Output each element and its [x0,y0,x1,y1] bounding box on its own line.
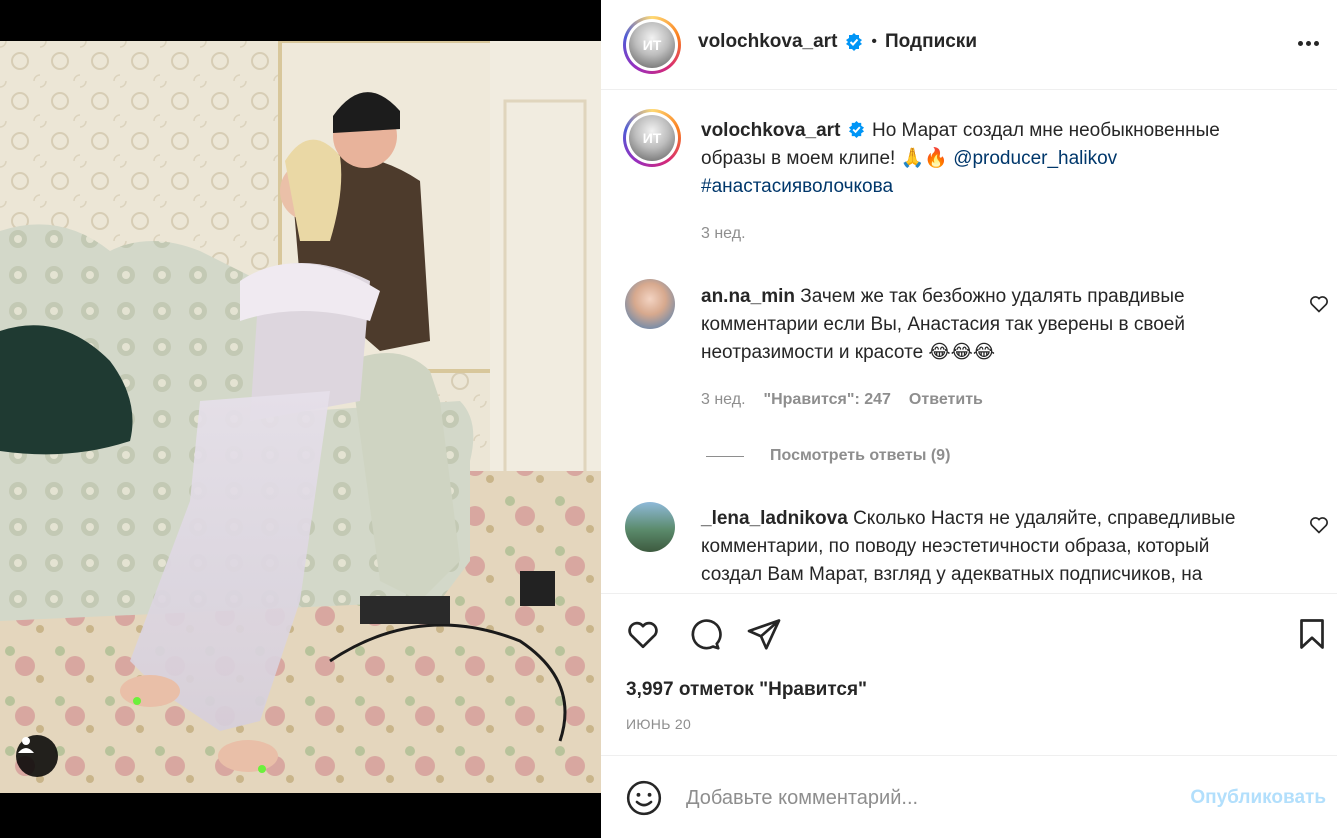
likes-count[interactable]: 3,997 отметок "Нравится" [626,679,867,701]
commenter-avatar[interactable] [625,502,675,552]
user-icon [18,737,34,753]
view-replies-button[interactable]: Посмотреть ответы (9) [706,447,950,465]
caption-time[interactable]: 3 нед. [701,225,746,243]
send-icon[interactable] [746,616,782,652]
comment-time[interactable]: 3 нед. [701,391,746,409]
comment-text: _lena_ladnikova Сколько Настя не удаляйт… [701,505,1271,589]
mention-link[interactable]: @producer_halikov [953,148,1117,169]
comment-like-heart-icon[interactable] [1309,294,1329,314]
verified-badge-icon [848,121,864,138]
author-username[interactable]: volochkova_art [698,31,837,53]
commenter-avatar[interactable] [625,279,675,329]
post-photo[interactable] [0,41,601,793]
replies-divider [706,455,744,457]
comment-author[interactable]: _lena_ladnikova [701,508,848,529]
comment-icon[interactable] [686,616,722,652]
separator-dot: • [871,33,878,50]
verified-badge-icon [846,33,863,51]
author-avatar[interactable]: ИТ [623,16,681,74]
comment-compose: Опубликовать [601,755,1337,838]
avatar-image: ИТ [629,115,675,161]
caption-meta: 3 нед. [701,225,746,243]
caption-author-avatar[interactable]: ИТ [623,109,681,167]
tagged-users-button[interactable] [16,735,58,777]
header-info: volochkova_art • Подписки [698,31,977,53]
post-modal: ИТ volochkova_art • Подписки ИТ volochko… [0,0,1337,838]
more-icon[interactable] [1295,33,1321,53]
hashtag-link[interactable]: #анастасияволочкова [701,176,893,197]
comment-like-heart-icon[interactable] [1309,515,1329,535]
photo-panel [0,0,601,838]
bookmark-icon[interactable] [1294,616,1330,652]
caption-text: volochkova_art Но Марат создал мне необы… [701,117,1281,201]
comment-author[interactable]: an.na_min [701,286,795,307]
comment-text: an.na_min Зачем же так безбожно удалять … [701,283,1261,367]
smiley-icon[interactable] [625,779,663,817]
caption-author[interactable]: volochkova_art [701,120,840,141]
view-replies-label: Посмотреть ответы (9) [770,447,951,464]
publish-button[interactable]: Опубликовать [1190,787,1326,809]
caption-emojis: 🙏🔥 [900,148,948,169]
post-side-panel: ИТ volochkova_art • Подписки ИТ volochko… [601,0,1337,838]
reply-button[interactable]: Ответить [909,391,983,409]
comment-meta: 3 нед. "Нравится": 247 Ответить [701,391,983,409]
following-button[interactable]: Подписки [885,31,977,53]
comments-list[interactable]: ИТ volochkova_art Но Марат создал мне не… [601,91,1337,593]
comment-input[interactable] [686,780,1166,816]
post-actions: 3,997 отметок "Нравится" ИЮНЬ 20 [601,593,1337,755]
photo-illustration [0,41,601,793]
post-date[interactable]: ИЮНЬ 20 [626,716,691,732]
avatar-image: ИТ [629,22,675,68]
post-header: ИТ volochkova_art • Подписки [601,0,1337,90]
comment-likes[interactable]: "Нравится": 247 [764,391,891,409]
heart-icon[interactable] [625,616,661,652]
